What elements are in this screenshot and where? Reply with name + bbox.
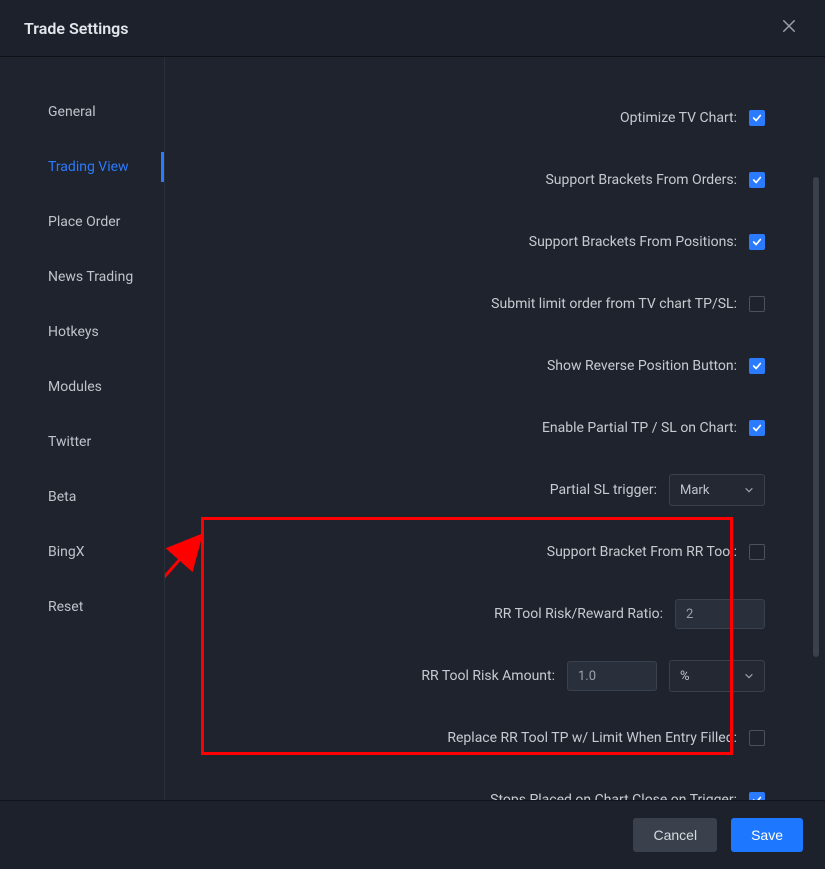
select-rr-risk-unit[interactable]: % <box>669 660 765 692</box>
row-rr-risk-amount: RR Tool Risk Amount: 1.0 % <box>205 645 765 707</box>
row-partial-sl-trigger: Partial SL trigger: Mark <box>205 459 765 521</box>
label-submit-limit-tpsl: Submit limit order from TV chart TP/SL: <box>491 296 737 312</box>
label-replace-rr-tp: Replace RR Tool TP w/ Limit When Entry F… <box>447 730 737 746</box>
select-partial-sl-trigger-value: Mark <box>680 483 709 498</box>
settings-sidebar: General Trading View Place Order News Tr… <box>0 57 165 800</box>
input-rr-ratio[interactable]: 2 <box>675 599 765 629</box>
trade-settings-modal: Trade Settings General Trading View Plac… <box>0 0 825 869</box>
select-partial-sl-trigger[interactable]: Mark <box>669 474 765 506</box>
label-rr-risk-amount: RR Tool Risk Amount: <box>421 668 555 684</box>
modal-body: General Trading View Place Order News Tr… <box>0 57 825 800</box>
label-enable-partial-tpsl: Enable Partial TP / SL on Chart: <box>542 420 737 436</box>
row-enable-partial-tpsl: Enable Partial TP / SL on Chart: <box>205 397 765 459</box>
checkbox-replace-rr-tp[interactable] <box>749 730 765 746</box>
row-support-brackets-orders: Support Brackets From Orders: <box>205 149 765 211</box>
sidebar-item-modules[interactable]: Modules <box>0 360 164 415</box>
label-stops-close-on-trigger: Stops Placed on Chart Close on Trigger: <box>490 792 737 800</box>
row-support-brackets-positions: Support Brackets From Positions: <box>205 211 765 273</box>
chevron-down-icon <box>744 671 754 681</box>
sidebar-item-general[interactable]: General <box>0 85 164 140</box>
titlebar: Trade Settings <box>0 0 825 57</box>
checkbox-optimize-tv-chart[interactable] <box>749 110 765 126</box>
row-stops-close-on-trigger: Stops Placed on Chart Close on Trigger: <box>205 769 765 800</box>
label-partial-sl-trigger: Partial SL trigger: <box>550 482 657 498</box>
sidebar-item-beta[interactable]: Beta <box>0 470 164 525</box>
label-support-brackets-orders: Support Brackets From Orders: <box>545 172 737 188</box>
label-optimize-tv-chart: Optimize TV Chart: <box>620 110 737 126</box>
row-replace-rr-tp: Replace RR Tool TP w/ Limit When Entry F… <box>205 707 765 769</box>
cancel-button[interactable]: Cancel <box>633 818 717 852</box>
checkbox-support-bracket-rr[interactable] <box>749 544 765 560</box>
label-show-reverse-position: Show Reverse Position Button: <box>547 358 737 374</box>
label-support-brackets-positions: Support Brackets From Positions: <box>529 234 737 250</box>
sidebar-item-place-order[interactable]: Place Order <box>0 195 164 250</box>
checkbox-enable-partial-tpsl[interactable] <box>749 420 765 436</box>
checkbox-support-brackets-positions[interactable] <box>749 234 765 250</box>
sidebar-item-reset[interactable]: Reset <box>0 580 164 635</box>
checkbox-support-brackets-orders[interactable] <box>749 172 765 188</box>
checkbox-stops-close-on-trigger[interactable] <box>749 792 765 800</box>
label-rr-ratio: RR Tool Risk/Reward Ratio: <box>494 606 663 622</box>
checkbox-show-reverse-position[interactable] <box>749 358 765 374</box>
vertical-scrollbar[interactable] <box>813 177 819 657</box>
modal-footer: Cancel Save <box>0 800 825 869</box>
row-show-reverse-position: Show Reverse Position Button: <box>205 335 765 397</box>
row-support-bracket-rr: Support Bracket From RR Tool: <box>205 521 765 583</box>
row-optimize-tv-chart: Optimize TV Chart: <box>205 87 765 149</box>
sidebar-item-hotkeys[interactable]: Hotkeys <box>0 305 164 360</box>
modal-title: Trade Settings <box>24 19 129 38</box>
sidebar-item-trading-view[interactable]: Trading View <box>0 140 164 195</box>
settings-content: Optimize TV Chart: Support Brackets From… <box>165 57 825 800</box>
sidebar-item-bingx[interactable]: BingX <box>0 525 164 580</box>
sidebar-item-twitter[interactable]: Twitter <box>0 415 164 470</box>
label-support-bracket-rr: Support Bracket From RR Tool: <box>547 544 737 560</box>
sidebar-item-news-trading[interactable]: News Trading <box>0 250 164 305</box>
input-rr-risk-amount[interactable]: 1.0 <box>567 661 657 691</box>
checkbox-submit-limit-tpsl[interactable] <box>749 296 765 312</box>
row-submit-limit-tpsl: Submit limit order from TV chart TP/SL: <box>205 273 765 335</box>
select-rr-risk-unit-value: % <box>680 669 690 684</box>
save-button[interactable]: Save <box>731 818 803 852</box>
chevron-down-icon <box>744 485 754 495</box>
close-icon[interactable] <box>777 16 801 40</box>
row-rr-ratio: RR Tool Risk/Reward Ratio: 2 <box>205 583 765 645</box>
settings-content-wrap: Optimize TV Chart: Support Brackets From… <box>165 57 825 800</box>
